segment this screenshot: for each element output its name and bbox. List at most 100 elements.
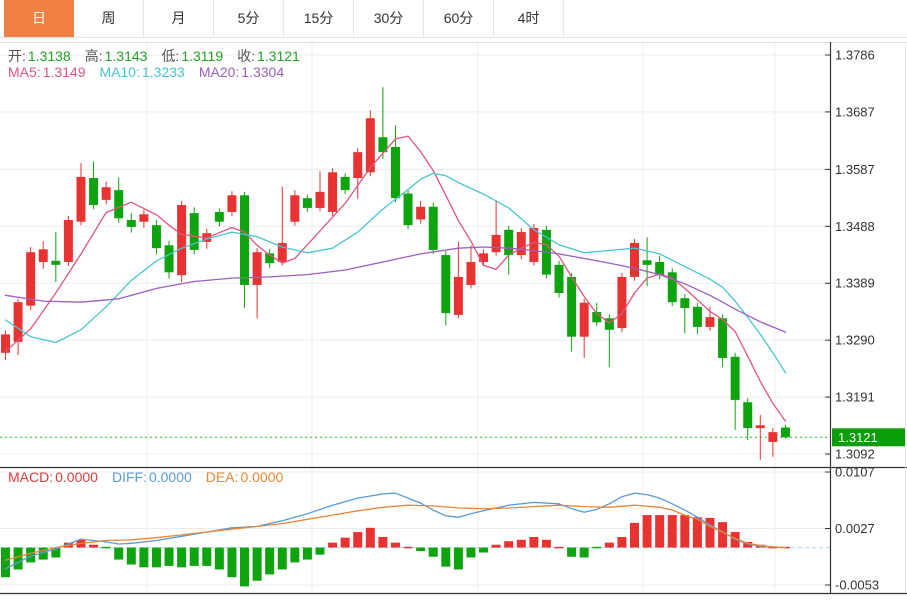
timeframe-tabbar: 日 周 月 5分 15分 30分 60分 4时 (0, 0, 907, 38)
macd-bar (190, 548, 199, 566)
macd-bar (555, 547, 564, 549)
macd-bar (429, 548, 438, 557)
candle-body[interactable] (416, 207, 425, 220)
macd-bar (1, 548, 10, 578)
macd-bar (517, 540, 526, 548)
candle-body[interactable] (529, 228, 538, 262)
macd-bar (328, 543, 337, 548)
tab-60min[interactable]: 60分 (424, 0, 494, 37)
macd-bar (341, 538, 350, 548)
candle-body[interactable] (705, 317, 714, 327)
tab-15min[interactable]: 15分 (284, 0, 354, 37)
candle-body[interactable] (756, 425, 765, 428)
macd-bar (492, 545, 501, 548)
candle-body[interactable] (718, 318, 727, 358)
candle-body[interactable] (328, 172, 337, 212)
macd-bar (353, 532, 362, 548)
macd-bar (303, 548, 312, 560)
candle-body[interactable] (429, 207, 438, 250)
y-axis-label: 1.3488 (835, 219, 875, 234)
candle-body[interactable] (391, 147, 400, 198)
y-axis-label: 1.3389 (835, 276, 875, 291)
candle-body[interactable] (227, 195, 236, 212)
candle-body[interactable] (580, 303, 589, 337)
candle-body[interactable] (404, 194, 413, 226)
candle-body[interactable] (89, 178, 98, 205)
macd-bar (605, 543, 614, 548)
chart-canvas[interactable]: 1.37861.36871.35871.34881.33891.32901.31… (0, 0, 907, 602)
candle-body[interactable] (731, 357, 740, 400)
macd-bar (89, 545, 98, 548)
macd-bar (227, 548, 236, 578)
candle-body[interactable] (26, 252, 35, 305)
candle-body[interactable] (1, 334, 10, 352)
candle-body[interactable] (165, 245, 174, 272)
macd-bar (529, 537, 538, 548)
macd-bar (416, 548, 425, 552)
candle-body[interactable] (504, 230, 513, 255)
macd-bar (592, 547, 601, 549)
tab-30min[interactable]: 30分 (354, 0, 424, 37)
macd-bar (202, 548, 211, 566)
macd-bar (567, 548, 576, 557)
candle-body[interactable] (240, 195, 249, 285)
candle-body[interactable] (781, 428, 790, 438)
tab-week[interactable]: 周 (74, 0, 144, 37)
candle-body[interactable] (102, 187, 111, 200)
macd-bar (290, 548, 299, 563)
macd-bar (139, 548, 148, 568)
y-axis-label: 1.3092 (835, 446, 875, 461)
candle-body[interactable] (316, 192, 325, 208)
macd-bar (630, 523, 639, 548)
candle-body[interactable] (693, 307, 702, 327)
macd-bar (617, 537, 626, 548)
macd-bar (479, 548, 488, 553)
macd-bar (580, 548, 589, 558)
candle-body[interactable] (114, 190, 123, 218)
candle-body[interactable] (555, 265, 564, 293)
y-axis-label: 0.0027 (835, 521, 875, 536)
candle-body[interactable] (139, 214, 148, 221)
tab-5min[interactable]: 5分 (214, 0, 284, 37)
y-axis-label: -0.0053 (835, 578, 879, 593)
candle-body[interactable] (353, 152, 362, 178)
candle-body[interactable] (454, 277, 463, 315)
candle-body[interactable] (466, 262, 475, 285)
macd-bar (441, 548, 450, 567)
candle-body[interactable] (617, 277, 626, 328)
macd-bar (504, 541, 513, 547)
candle-body[interactable] (303, 198, 312, 208)
candle-body[interactable] (76, 177, 85, 222)
candle-body[interactable] (743, 402, 752, 428)
candle-body[interactable] (51, 261, 60, 265)
candle-body[interactable] (253, 252, 262, 285)
macd-bar (668, 515, 677, 547)
candle-body[interactable] (643, 260, 652, 265)
candle-body[interactable] (768, 432, 777, 442)
tab-4hour[interactable]: 4时 (494, 0, 564, 37)
candle-body[interactable] (655, 262, 664, 275)
macd-bar (102, 547, 111, 549)
macd-bar (316, 548, 325, 555)
candle-body[interactable] (127, 220, 136, 227)
candle-body[interactable] (215, 212, 224, 222)
candle-body[interactable] (64, 220, 73, 262)
candle-body[interactable] (517, 232, 526, 255)
macd-bar (240, 548, 249, 587)
tab-day[interactable]: 日 (4, 0, 74, 37)
candle-body[interactable] (39, 249, 48, 262)
candle-body[interactable] (680, 298, 689, 308)
candle-body[interactable] (152, 225, 161, 248)
candle-body[interactable] (441, 255, 450, 313)
tab-month[interactable]: 月 (144, 0, 214, 37)
candle-body[interactable] (341, 177, 350, 190)
macd-bar (152, 548, 161, 568)
candle-body[interactable] (290, 195, 299, 221)
candle-body[interactable] (177, 205, 186, 275)
y-axis-label: 1.3290 (835, 333, 875, 348)
candle-body[interactable] (567, 277, 576, 337)
candle-body[interactable] (492, 235, 501, 252)
macd-bar (391, 543, 400, 548)
macd-bar (253, 548, 262, 581)
candle-body[interactable] (14, 302, 23, 342)
